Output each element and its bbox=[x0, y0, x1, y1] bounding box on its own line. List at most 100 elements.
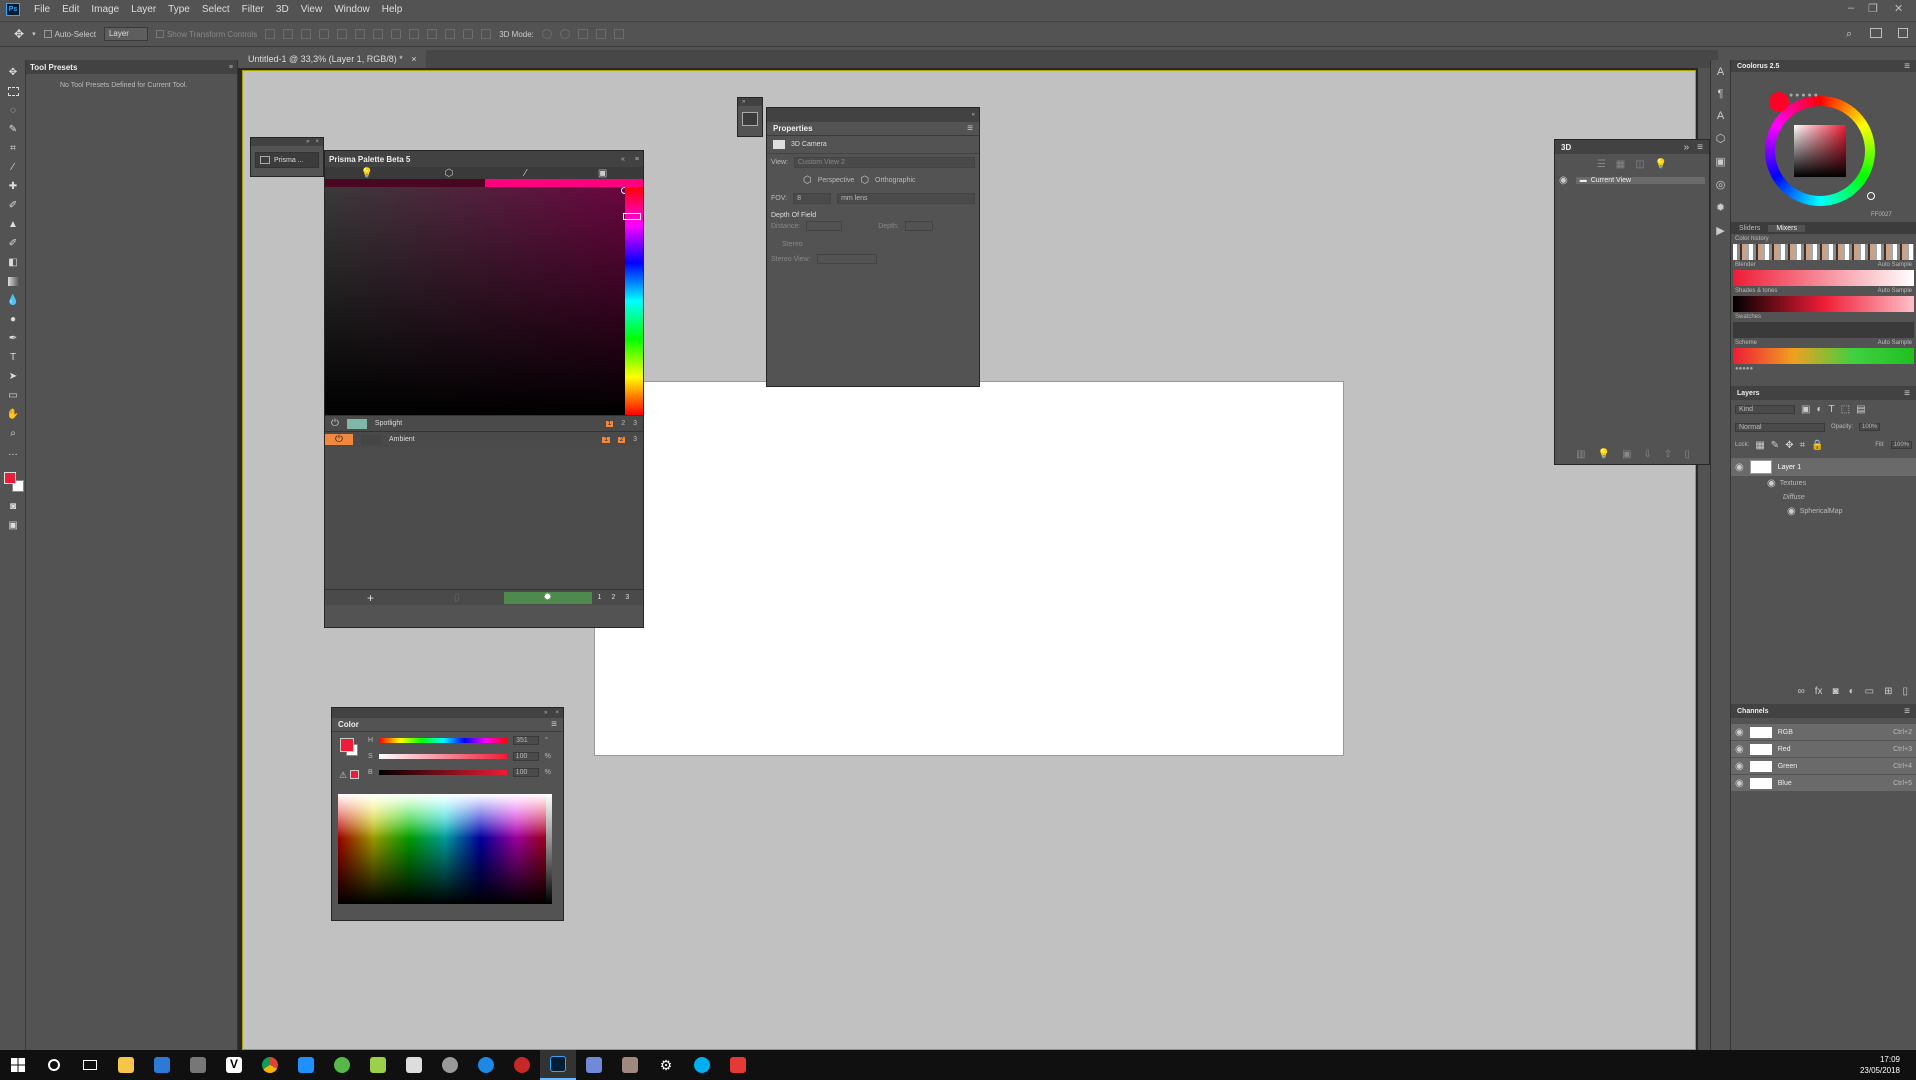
marquee-tool-icon[interactable] bbox=[6, 84, 20, 98]
blend-mode-select[interactable]: Normal bbox=[1735, 422, 1825, 432]
eyedropper-tool-icon[interactable]: ⁄ bbox=[6, 160, 20, 174]
eraser-tool-icon[interactable]: ◧ bbox=[6, 255, 20, 269]
app-blue-icon[interactable] bbox=[288, 1050, 324, 1080]
saturation-slider[interactable] bbox=[378, 754, 507, 759]
color-spectrum[interactable] bbox=[338, 794, 552, 904]
saturation-square[interactable] bbox=[1794, 125, 1846, 177]
screen-mode-icon[interactable]: ▣ bbox=[6, 518, 20, 532]
zoom-tool-icon[interactable]: ⌕ bbox=[6, 426, 20, 440]
layer-row[interactable]: ◉ Layer 1 bbox=[1731, 458, 1916, 476]
eye-icon[interactable]: ◉ bbox=[1787, 506, 1796, 517]
lock-position-icon[interactable]: ✥ bbox=[1785, 440, 1793, 451]
app-icon[interactable] bbox=[180, 1050, 216, 1080]
blender-strip[interactable] bbox=[1733, 270, 1914, 286]
light-row-spotlight[interactable]: ⏻ Spotlight 1 2 3 bbox=[325, 415, 643, 431]
healing-tool-icon[interactable]: ✚ bbox=[6, 179, 20, 193]
more-tools-icon[interactable]: … bbox=[6, 445, 20, 459]
filter-smart-icon[interactable]: ▤ bbox=[1856, 404, 1865, 415]
menu-window[interactable]: Window bbox=[328, 4, 376, 15]
panel-menu-icon[interactable]: ≡ bbox=[1904, 388, 1910, 399]
channel-row[interactable]: ◉ Blue Ctrl+5 bbox=[1731, 775, 1916, 791]
lock-all-icon[interactable]: 🔒 bbox=[1811, 440, 1823, 451]
chevron-down-icon[interactable]: ▾ bbox=[32, 30, 36, 38]
fov-unit-select[interactable]: mm lens bbox=[837, 192, 975, 204]
cube-icon[interactable]: ⬡ bbox=[445, 168, 454, 179]
brightness-slider[interactable] bbox=[378, 770, 507, 775]
scale-3d-icon[interactable] bbox=[613, 29, 624, 39]
app-record-icon[interactable] bbox=[720, 1050, 756, 1080]
distribute-left-icon[interactable] bbox=[427, 29, 438, 39]
share-icon[interactable] bbox=[1898, 28, 1908, 38]
document-tab[interactable]: Untitled-1 @ 33,3% (Layer 1, RGB/8) * × bbox=[238, 50, 427, 68]
fov-input[interactable]: 8 bbox=[793, 192, 832, 204]
render-icon[interactable]: ▥ bbox=[1576, 449, 1585, 460]
distribute-top-icon[interactable] bbox=[373, 29, 384, 39]
drag-3d-icon[interactable] bbox=[577, 29, 588, 39]
discord-icon[interactable] bbox=[576, 1050, 612, 1080]
transform-checkbox[interactable] bbox=[155, 30, 164, 38]
channel-row[interactable]: ◉ RGB Ctrl+2 bbox=[1731, 724, 1916, 740]
previous-color-swatch[interactable] bbox=[325, 179, 485, 187]
wheel-handle[interactable] bbox=[1867, 192, 1875, 200]
trash-icon[interactable]: ▯ bbox=[1902, 686, 1908, 697]
filter-pixel-icon[interactable]: ▣ bbox=[1801, 404, 1810, 415]
app-green-icon[interactable] bbox=[324, 1050, 360, 1080]
quick-mask-icon[interactable]: ◙ bbox=[6, 499, 20, 513]
panel-menu-icon[interactable]: ≡ bbox=[1904, 61, 1910, 72]
distribute-right-icon[interactable] bbox=[463, 29, 474, 39]
new-layer-icon[interactable]: ⊞ bbox=[1884, 686, 1892, 697]
power-icon[interactable]: ⏻ bbox=[331, 418, 339, 429]
light-slot[interactable]: 3 bbox=[633, 420, 637, 427]
light-color-swatch[interactable] bbox=[346, 418, 367, 429]
foreground-color-swatch[interactable] bbox=[340, 738, 354, 752]
menu-3d[interactable]: 3D bbox=[270, 4, 295, 15]
warning-icon[interactable]: ⚠ bbox=[339, 770, 347, 781]
mask-icon[interactable]: ◙ bbox=[1833, 686, 1839, 697]
tab-mixers[interactable]: Mixers bbox=[1768, 224, 1806, 232]
color-history-strip[interactable] bbox=[1733, 244, 1914, 260]
skype-icon[interactable] bbox=[684, 1050, 720, 1080]
glyphs-icon[interactable]: A bbox=[1711, 110, 1730, 122]
history-brush-icon[interactable]: ✐ bbox=[6, 236, 20, 250]
shape-tool-icon[interactable]: ▭ bbox=[6, 388, 20, 402]
clock[interactable]: 17:09 23/05/2018 bbox=[1860, 1054, 1916, 1076]
windows-start-icon[interactable] bbox=[0, 1050, 36, 1080]
panel-menu-icon[interactable]: ≡ bbox=[1904, 706, 1910, 717]
orbit-3d-icon[interactable] bbox=[541, 29, 552, 39]
cube-icon[interactable]: ⬡ bbox=[1711, 132, 1730, 145]
align-middle-icon[interactable] bbox=[283, 29, 294, 39]
brush-tool-icon[interactable]: ✐ bbox=[6, 198, 20, 212]
paragraph-icon[interactable]: ¶ bbox=[1711, 88, 1730, 100]
task-view-icon[interactable] bbox=[72, 1050, 108, 1080]
prisma-mini-button[interactable]: Prisma ... bbox=[255, 152, 319, 168]
current-color-swatch[interactable] bbox=[485, 179, 643, 187]
lock-transparent-icon[interactable]: ▦ bbox=[1755, 440, 1764, 451]
menu-type[interactable]: Type bbox=[162, 4, 196, 15]
footer-slot[interactable]: 2 bbox=[611, 594, 615, 601]
export-icon[interactable]: ⇧ bbox=[1664, 449, 1672, 460]
light-slot[interactable]: 1 bbox=[602, 436, 610, 443]
crop-tool-icon[interactable]: ⌗ bbox=[6, 141, 20, 155]
scheme-dots-icon[interactable]: ●●●●● bbox=[1731, 364, 1916, 376]
collapse-icon[interactable]: » bbox=[544, 710, 547, 716]
eye-icon[interactable]: ◉ bbox=[1735, 761, 1744, 772]
grayscale-ramp[interactable] bbox=[546, 794, 552, 904]
eyedropper-icon[interactable]: ⁄ bbox=[525, 168, 527, 179]
preset-dots-icon[interactable]: ● ● ● ● ● bbox=[1789, 92, 1818, 99]
auto-sample-label[interactable]: Auto Sample bbox=[1878, 340, 1912, 346]
adjustments-icon[interactable]: ✹ bbox=[1711, 201, 1730, 214]
light-color-swatch[interactable] bbox=[361, 434, 381, 445]
chrome-icon[interactable] bbox=[252, 1050, 288, 1080]
add-icon[interactable]: + bbox=[367, 591, 374, 605]
adjustment-icon[interactable]: ◐ bbox=[1849, 686, 1855, 697]
auto-select-checkbox[interactable] bbox=[43, 30, 52, 38]
lock-image-icon[interactable]: ✎ bbox=[1771, 440, 1779, 451]
menu-edit[interactable]: Edit bbox=[56, 4, 85, 15]
blur-tool-icon[interactable]: 💧 bbox=[6, 293, 20, 307]
store-icon[interactable] bbox=[144, 1050, 180, 1080]
depth-input[interactable] bbox=[904, 221, 933, 231]
align-left-icon[interactable] bbox=[319, 29, 330, 39]
quick-select-tool-icon[interactable]: ✎ bbox=[6, 122, 20, 136]
color-swatches[interactable] bbox=[0, 464, 25, 494]
distribute-bottom-icon[interactable] bbox=[409, 29, 420, 39]
